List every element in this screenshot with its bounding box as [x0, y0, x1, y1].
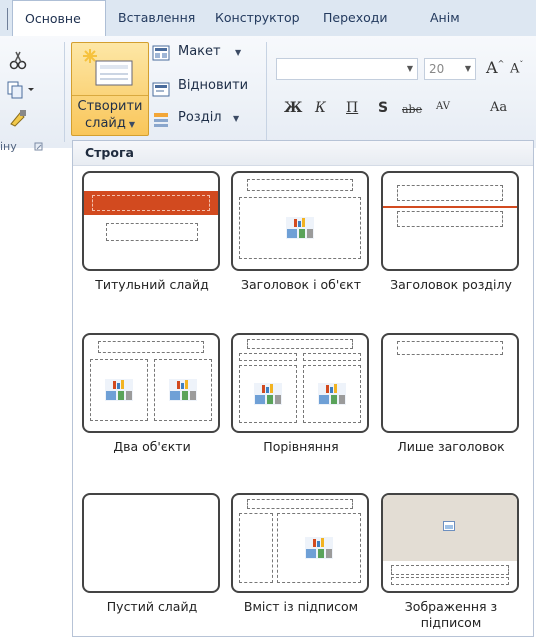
shrink-font-icon[interactable]: Aˇ: [510, 60, 523, 76]
content-icon: [169, 379, 197, 401]
layout-caption: Зображення з підписом: [404, 599, 498, 630]
subtitle-placeholder: [106, 223, 198, 241]
tab-design[interactable]: Конструктор: [215, 10, 300, 25]
change-case-button[interactable]: Aa: [490, 100, 507, 115]
underline-button[interactable]: П: [346, 100, 358, 116]
copy-icon[interactable]: [6, 80, 36, 100]
layout-icon: [152, 45, 170, 61]
ribbon-tab-bar: Основне Вставлення Конструктор Переходи …: [0, 0, 536, 37]
layout-caption: Два об'єкти: [113, 439, 191, 454]
title-placeholder: [247, 499, 353, 509]
cut-icon[interactable]: [8, 50, 28, 70]
layout-thumbnail: [82, 333, 220, 433]
layout-caption: Заголовок розділу: [390, 277, 512, 292]
title-placeholder: [247, 339, 353, 349]
caption-title-placeholder: [391, 565, 509, 575]
format-painter-icon[interactable]: [8, 108, 28, 128]
reset-button[interactable]: Відновити: [152, 78, 262, 98]
layout-button[interactable]: Макет ▼: [152, 44, 262, 64]
gallery-header: Строга: [73, 141, 533, 166]
new-slide-label: Створити: [77, 99, 143, 114]
ribbon-panel: іну Створити слайд ▼ Макет ▼ Відновити Р…: [0, 36, 536, 153]
tab-animations[interactable]: Анім: [430, 10, 460, 25]
layout-caption: Пустий слайд: [106, 599, 198, 614]
layout-thumbnail: [231, 171, 369, 271]
grow-font-icon[interactable]: A^: [486, 58, 504, 77]
title-placeholder: [98, 341, 204, 353]
caption-placeholder: [239, 513, 273, 583]
char-spacing-button[interactable]: AV: [436, 101, 450, 112]
title-placeholder: [397, 185, 503, 201]
new-slide-icon: [83, 49, 133, 86]
content-icon: [318, 383, 346, 405]
layout-gallery: Строга Титульний слайд Заголовок і об'єк…: [72, 140, 534, 637]
font-size-combobox[interactable]: 20 ▼: [424, 58, 476, 80]
dropdown-arrow-icon: ▼: [233, 114, 240, 123]
text-placeholder: [397, 211, 503, 227]
dropdown-arrow-icon: ▼: [464, 64, 471, 73]
dropdown-arrow-icon: ▼: [128, 120, 136, 129]
layout-caption: Лише заголовок: [397, 439, 505, 454]
dropdown-arrow-icon: ▼: [235, 48, 242, 57]
content-icon: [286, 217, 314, 239]
accent-line: [383, 206, 517, 208]
content-icon: [105, 379, 133, 401]
clipboard-group-label: іну: [0, 140, 17, 153]
layout-label: Макет: [178, 44, 221, 59]
dialog-launcher-icon[interactable]: [34, 142, 44, 152]
layout-thumbnail: [381, 333, 519, 433]
picture-icon: [443, 521, 455, 531]
caption-text-placeholder: [391, 577, 509, 585]
gallery-title: Строга: [85, 145, 134, 160]
title-placeholder: [92, 195, 210, 211]
dropdown-arrow-icon: ▼: [406, 64, 413, 73]
tab-insert[interactable]: Вставлення: [118, 10, 195, 25]
layout-caption: Вміст із підписом: [243, 599, 359, 614]
layout-caption: Порівняння: [263, 439, 339, 454]
right-heading-placeholder: [303, 353, 361, 361]
layout-thumbnail: [82, 493, 220, 593]
section-button[interactable]: Розділ ▼: [152, 110, 262, 130]
tab-divider: [7, 8, 8, 30]
shadow-button[interactable]: S: [378, 100, 388, 116]
layout-caption: Титульний слайд: [95, 277, 209, 292]
layout-thumbnail: [231, 493, 369, 593]
layout-thumbnail: [381, 493, 519, 593]
title-placeholder: [397, 341, 503, 355]
reset-label: Відновити: [178, 78, 249, 93]
reset-icon: [152, 82, 170, 97]
layout-thumbnail: [381, 171, 519, 271]
section-icon: [154, 113, 168, 127]
tab-transitions[interactable]: Переходи: [323, 10, 388, 25]
content-icon: [305, 537, 333, 559]
new-slide-label-2: слайд: [84, 116, 126, 131]
ribbon-separator: [266, 42, 267, 142]
italic-button[interactable]: К: [315, 100, 326, 116]
font-name-combobox[interactable]: ▼: [276, 58, 418, 80]
new-slide-button[interactable]: Створити слайд ▼: [71, 42, 149, 136]
left-heading-placeholder: [239, 353, 297, 361]
bold-button[interactable]: Ж: [284, 100, 302, 116]
title-placeholder: [247, 179, 353, 191]
ribbon-separator: [64, 42, 65, 142]
layout-caption: Заголовок і об'єкт: [241, 277, 361, 292]
tab-home[interactable]: Основне: [12, 0, 106, 36]
font-size-value: 20: [429, 62, 445, 76]
layout-thumbnail: [82, 171, 220, 271]
content-icon: [254, 383, 282, 405]
section-label: Розділ: [178, 110, 222, 125]
strikethrough-button[interactable]: abe: [402, 103, 422, 116]
layout-thumbnail: [231, 333, 369, 433]
